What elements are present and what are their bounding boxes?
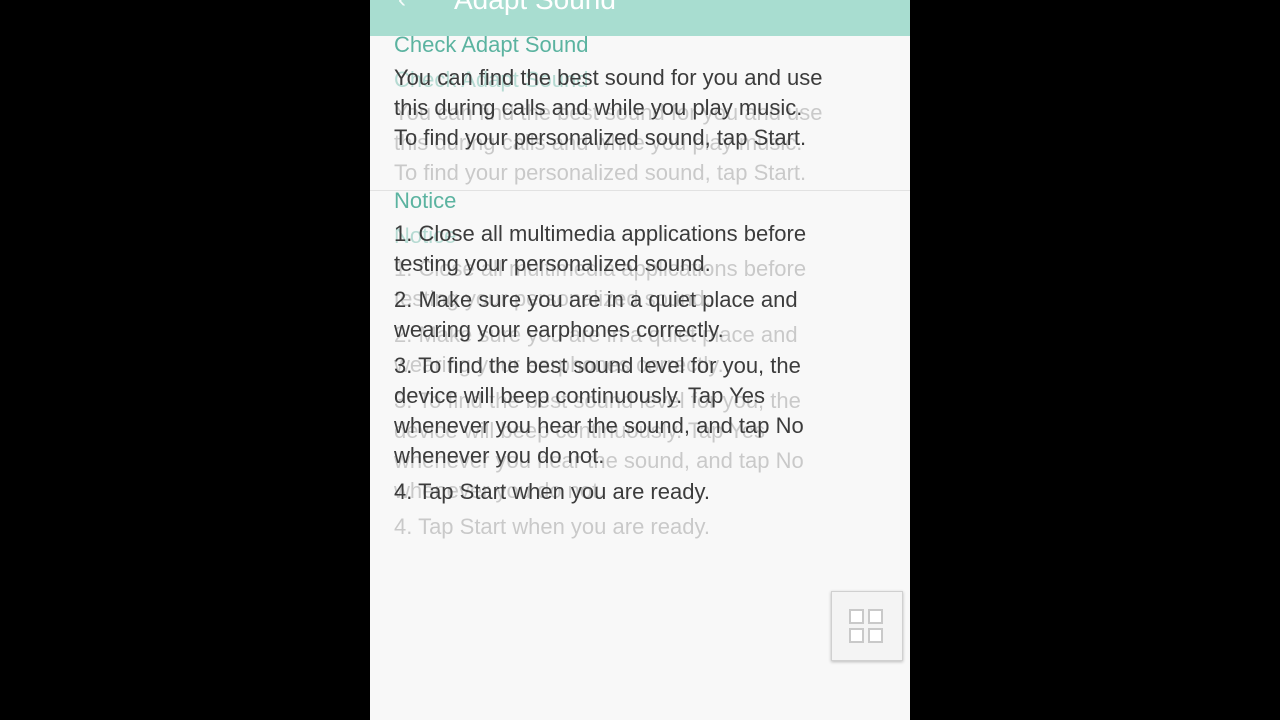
notice-item-1-line-2: testing your personalized sound.	[394, 251, 711, 276]
settings-content: Check Adapt Sound You can find the best …	[370, 0, 910, 720]
section-title-notice: Notice	[394, 188, 457, 213]
main-layer: Check Adapt Sound You can find the best …	[394, 31, 894, 507]
multi-window-button[interactable]	[831, 591, 903, 661]
notice-item-3-line-2: device will beep continuously. Tap Yes	[394, 383, 765, 408]
check-line-1: You can find the best sound for you and …	[394, 65, 823, 90]
phone-screen: ‹ Adapt Sound Check Adapt Sound You can …	[370, 0, 910, 720]
notice-item-2-line-1: 2. Make sure you are in a quiet place an…	[394, 287, 798, 312]
notice-item-1-line-1: 1. Close all multimedia applications bef…	[394, 221, 807, 246]
grid-icon	[849, 609, 885, 645]
notice-item-2-line-2: wearing your earphones correctly.	[394, 317, 724, 342]
section-divider	[370, 190, 910, 191]
check-line-3: To find your personalized sound, tap Sta…	[394, 125, 807, 150]
check-line-2: this during calls and while you play mus…	[394, 95, 803, 120]
notice-item-4-line-1: 4. Tap Start when you are ready.	[394, 514, 710, 539]
notice-item-4-line-1: 4. Tap Start when you are ready.	[394, 479, 710, 504]
notice-item-3-line-3: whenever you hear the sound, and tap No	[394, 413, 804, 438]
notice-item-3-line-4: whenever you do not.	[394, 443, 605, 468]
notice-item-3-line-1: 3. To find the best sound level for you,…	[394, 353, 801, 378]
section-title-check: Check Adapt Sound	[394, 32, 589, 57]
